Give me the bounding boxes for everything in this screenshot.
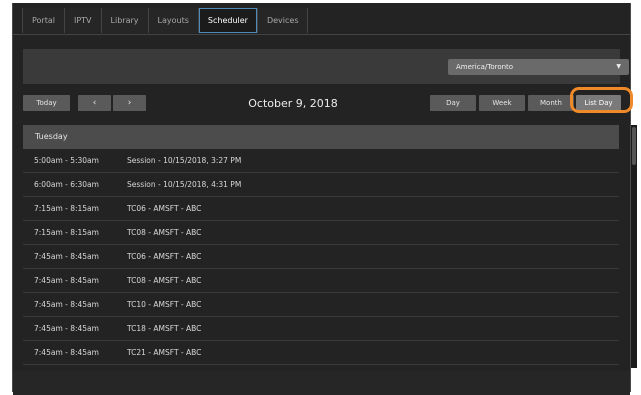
tab-library[interactable]: Library	[101, 8, 149, 33]
list-footer	[13, 371, 630, 395]
event-rows: 5:00am - 5:30am Session - 10/15/2018, 3:2…	[23, 149, 619, 365]
list-item[interactable]: 5:00am - 5:30am Session - 10/15/2018, 3:2…	[23, 149, 619, 173]
event-list: Tuesday 5:00am - 5:30am Session - 10/15/2…	[23, 125, 619, 365]
list-item[interactable]: 6:00am - 6:30am Session - 10/15/2018, 4:3…	[23, 173, 619, 197]
event-title: TC08 - AMSFT - ABC	[127, 276, 202, 285]
event-time: 7:45am - 8:45am	[34, 300, 99, 309]
chevron-right-icon: ›	[127, 98, 132, 108]
view-week-button[interactable]: Week	[479, 95, 525, 111]
event-title: TC10 - AMSFT - ABC	[127, 300, 202, 309]
event-time: 7:15am - 8:15am	[34, 204, 99, 213]
list-day-highlight	[570, 87, 633, 113]
event-time: 5:00am - 5:30am	[34, 156, 99, 165]
event-time: 7:15am - 8:15am	[34, 228, 99, 237]
event-title: TC08 - AMSFT - ABC	[127, 228, 202, 237]
today-button[interactable]: Today	[23, 95, 70, 111]
tab-devices[interactable]: Devices	[257, 8, 309, 33]
event-title: TC21 - AMSFT - ABC	[127, 348, 202, 357]
event-title: Session - 10/15/2018, 4:31 PM	[127, 180, 242, 189]
event-time: 7:45am - 8:45am	[34, 276, 99, 285]
tab-iptv[interactable]: IPTV	[64, 8, 102, 33]
list-item[interactable]: 7:45am - 8:45am TC10 - AMSFT - ABC	[23, 293, 619, 317]
event-title: TC06 - AMSFT - ABC	[127, 204, 202, 213]
list-item[interactable]: 7:45am - 8:45am TC06 - AMSFT - ABC	[23, 245, 619, 269]
list-item[interactable]: 7:45am - 8:45am TC21 - AMSFT - ABC	[23, 341, 619, 365]
day-header: Tuesday	[23, 125, 619, 149]
view-day-button[interactable]: Day	[430, 95, 476, 111]
next-button[interactable]: ›	[113, 95, 146, 111]
list-item[interactable]: 7:15am - 8:15am TC06 - AMSFT - ABC	[23, 197, 619, 221]
timezone-value: America/Toronto	[456, 63, 514, 71]
timezone-bar: America/Toronto ▼	[23, 49, 629, 84]
event-time: 7:45am - 8:45am	[34, 252, 99, 261]
view-month-button[interactable]: Month	[528, 95, 574, 111]
list-item[interactable]: 7:15am - 8:15am TC08 - AMSFT - ABC	[23, 221, 619, 245]
event-title: TC18 - AMSFT - ABC	[127, 324, 202, 333]
top-nav: Portal IPTV Library Layouts Scheduler De…	[22, 8, 309, 33]
list-item[interactable]: 7:45am - 8:45am TC18 - AMSFT - ABC	[23, 317, 619, 341]
scrollbar-thumb[interactable]	[632, 127, 636, 165]
scrollbar[interactable]	[631, 125, 637, 368]
event-time: 7:45am - 8:45am	[34, 324, 99, 333]
event-time: 6:00am - 6:30am	[34, 180, 99, 189]
timezone-select[interactable]: America/Toronto ▼	[448, 59, 629, 75]
tab-scheduler[interactable]: Scheduler	[198, 8, 258, 33]
event-time: 7:45am - 8:45am	[34, 348, 99, 357]
chevron-down-icon: ▼	[616, 63, 621, 70]
tab-layouts[interactable]: Layouts	[148, 8, 199, 33]
event-title: TC06 - AMSFT - ABC	[127, 252, 202, 261]
chevron-left-icon: ‹	[92, 98, 97, 108]
page-title: October 9, 2018	[248, 97, 338, 110]
app-frame: Portal IPTV Library Layouts Scheduler De…	[12, 3, 637, 395]
event-title: Session - 10/15/2018, 3:27 PM	[127, 156, 242, 165]
tab-portal[interactable]: Portal	[22, 8, 65, 33]
nav-divider	[13, 34, 630, 35]
prev-button[interactable]: ‹	[78, 95, 111, 111]
list-item[interactable]: 7:45am - 8:45am TC08 - AMSFT - ABC	[23, 269, 619, 293]
